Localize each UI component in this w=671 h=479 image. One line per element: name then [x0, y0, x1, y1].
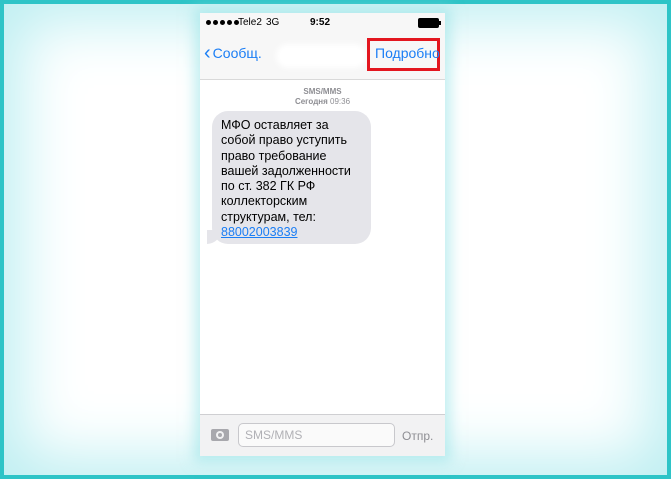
back-button-label: Сообщ. [212, 45, 262, 61]
signal-strength-icon [206, 20, 239, 25]
phone-screen: Tele2 3G 9:52 ‹ Сообщ. Подробно SMS/MMS … [200, 13, 445, 456]
phone-number-link[interactable]: 88002003839 [221, 225, 297, 239]
camera-icon[interactable] [211, 429, 229, 441]
carrier-name: Tele2 [238, 17, 262, 28]
message-type-label: SMS/MMS [303, 87, 342, 96]
battery-icon [418, 18, 441, 28]
status-time: 9:52 [310, 17, 331, 28]
message-timestamp: Сегодня 09:36 [200, 97, 445, 106]
status-bar: Tele2 3G 9:52 [200, 13, 445, 33]
compose-bar: Отпр. [200, 414, 445, 456]
chevron-left-icon: ‹ [204, 42, 211, 64]
send-button[interactable]: Отпр. [402, 429, 433, 443]
nav-bar: ‹ Сообщ. Подробно [200, 33, 445, 80]
details-button[interactable]: Подробно [375, 45, 440, 61]
message-day: Сегодня [294, 97, 328, 106]
network-type: 3G [266, 17, 280, 28]
incoming-message-bubble[interactable]: МФО оставляет за собой право уступить пр… [207, 111, 371, 244]
back-button[interactable]: ‹ Сообщ. [204, 42, 262, 64]
message-text: МФО оставляет за собой право уступить пр… [221, 118, 351, 224]
contact-name-blurred [280, 48, 362, 64]
message-input[interactable] [238, 423, 395, 447]
message-time: 09:36 [330, 97, 351, 106]
